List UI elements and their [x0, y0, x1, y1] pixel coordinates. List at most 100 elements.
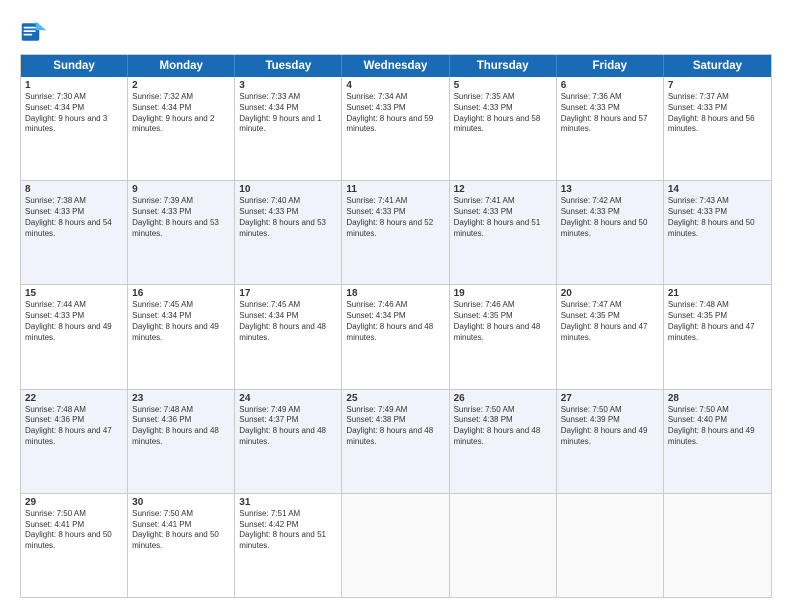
day-info: Sunrise: 7:46 AM Sunset: 4:35 PM Dayligh…	[454, 300, 552, 343]
day-number: 16	[132, 288, 230, 299]
day-number: 28	[668, 393, 767, 404]
cal-cell: 19Sunrise: 7:46 AM Sunset: 4:35 PM Dayli…	[450, 285, 557, 388]
day-number: 9	[132, 184, 230, 195]
week-row-4: 22Sunrise: 7:48 AM Sunset: 4:36 PM Dayli…	[21, 389, 771, 493]
day-info: Sunrise: 7:49 AM Sunset: 4:37 PM Dayligh…	[239, 405, 337, 448]
col-header-sunday: Sunday	[21, 55, 128, 77]
day-number: 11	[346, 184, 444, 195]
day-info: Sunrise: 7:50 AM Sunset: 4:39 PM Dayligh…	[561, 405, 659, 448]
logo-icon	[20, 18, 48, 46]
cal-cell: 20Sunrise: 7:47 AM Sunset: 4:35 PM Dayli…	[557, 285, 664, 388]
week-row-2: 8Sunrise: 7:38 AM Sunset: 4:33 PM Daylig…	[21, 180, 771, 284]
header	[20, 18, 772, 46]
day-number: 20	[561, 288, 659, 299]
col-header-wednesday: Wednesday	[342, 55, 449, 77]
calendar-body: 1Sunrise: 7:30 AM Sunset: 4:34 PM Daylig…	[21, 77, 771, 597]
day-info: Sunrise: 7:38 AM Sunset: 4:33 PM Dayligh…	[25, 196, 123, 239]
day-number: 3	[239, 80, 337, 91]
day-info: Sunrise: 7:49 AM Sunset: 4:38 PM Dayligh…	[346, 405, 444, 448]
day-number: 29	[25, 497, 123, 508]
day-info: Sunrise: 7:50 AM Sunset: 4:38 PM Dayligh…	[454, 405, 552, 448]
cal-cell: 3Sunrise: 7:33 AM Sunset: 4:34 PM Daylig…	[235, 77, 342, 180]
day-number: 19	[454, 288, 552, 299]
day-info: Sunrise: 7:48 AM Sunset: 4:36 PM Dayligh…	[132, 405, 230, 448]
day-number: 21	[668, 288, 767, 299]
cal-cell: 1Sunrise: 7:30 AM Sunset: 4:34 PM Daylig…	[21, 77, 128, 180]
day-number: 24	[239, 393, 337, 404]
cal-cell: 17Sunrise: 7:45 AM Sunset: 4:34 PM Dayli…	[235, 285, 342, 388]
cal-cell: 16Sunrise: 7:45 AM Sunset: 4:34 PM Dayli…	[128, 285, 235, 388]
cal-cell: 26Sunrise: 7:50 AM Sunset: 4:38 PM Dayli…	[450, 390, 557, 493]
week-row-1: 1Sunrise: 7:30 AM Sunset: 4:34 PM Daylig…	[21, 77, 771, 180]
day-number: 25	[346, 393, 444, 404]
day-number: 17	[239, 288, 337, 299]
cal-cell: 18Sunrise: 7:46 AM Sunset: 4:34 PM Dayli…	[342, 285, 449, 388]
day-info: Sunrise: 7:45 AM Sunset: 4:34 PM Dayligh…	[132, 300, 230, 343]
cal-cell: 5Sunrise: 7:35 AM Sunset: 4:33 PM Daylig…	[450, 77, 557, 180]
calendar: SundayMondayTuesdayWednesdayThursdayFrid…	[20, 54, 772, 598]
cal-cell: 7Sunrise: 7:37 AM Sunset: 4:33 PM Daylig…	[664, 77, 771, 180]
cal-cell: 24Sunrise: 7:49 AM Sunset: 4:37 PM Dayli…	[235, 390, 342, 493]
day-number: 30	[132, 497, 230, 508]
cal-cell: 22Sunrise: 7:48 AM Sunset: 4:36 PM Dayli…	[21, 390, 128, 493]
cal-cell: 29Sunrise: 7:50 AM Sunset: 4:41 PM Dayli…	[21, 494, 128, 597]
cal-cell: 25Sunrise: 7:49 AM Sunset: 4:38 PM Dayli…	[342, 390, 449, 493]
col-header-monday: Monday	[128, 55, 235, 77]
day-number: 12	[454, 184, 552, 195]
cal-cell	[557, 494, 664, 597]
cal-cell: 13Sunrise: 7:42 AM Sunset: 4:33 PM Dayli…	[557, 181, 664, 284]
day-info: Sunrise: 7:45 AM Sunset: 4:34 PM Dayligh…	[239, 300, 337, 343]
cal-cell: 30Sunrise: 7:50 AM Sunset: 4:41 PM Dayli…	[128, 494, 235, 597]
day-number: 7	[668, 80, 767, 91]
day-number: 8	[25, 184, 123, 195]
day-info: Sunrise: 7:51 AM Sunset: 4:42 PM Dayligh…	[239, 509, 337, 552]
cal-cell	[450, 494, 557, 597]
day-number: 6	[561, 80, 659, 91]
cal-cell: 14Sunrise: 7:43 AM Sunset: 4:33 PM Dayli…	[664, 181, 771, 284]
cal-cell	[342, 494, 449, 597]
day-info: Sunrise: 7:44 AM Sunset: 4:33 PM Dayligh…	[25, 300, 123, 343]
calendar-header: SundayMondayTuesdayWednesdayThursdayFrid…	[21, 55, 771, 77]
day-info: Sunrise: 7:41 AM Sunset: 4:33 PM Dayligh…	[346, 196, 444, 239]
day-number: 31	[239, 497, 337, 508]
week-row-5: 29 Sunrise: 7:50 AM Sunset: 4:41 PM Dayli…	[21, 493, 771, 597]
cal-cell: 31Sunrise: 7:51 AM Sunset: 4:42 PM Dayli…	[235, 494, 342, 597]
day-number: 10	[239, 184, 337, 195]
cal-cell: 10Sunrise: 7:40 AM Sunset: 4:33 PM Dayli…	[235, 181, 342, 284]
day-info: Sunrise: 7:47 AM Sunset: 4:35 PM Dayligh…	[561, 300, 659, 343]
day-number: 15	[25, 288, 123, 299]
day-info: Sunrise: 7:36 AM Sunset: 4:33 PM Dayligh…	[561, 92, 659, 135]
day-info: Sunrise: 7:41 AM Sunset: 4:33 PM Dayligh…	[454, 196, 552, 239]
page: SundayMondayTuesdayWednesdayThursdayFrid…	[0, 0, 792, 612]
day-info: Sunrise: 7:37 AM Sunset: 4:33 PM Dayligh…	[668, 92, 767, 135]
day-number: 23	[132, 393, 230, 404]
cal-cell: 6Sunrise: 7:36 AM Sunset: 4:33 PM Daylig…	[557, 77, 664, 180]
day-number: 5	[454, 80, 552, 91]
col-header-tuesday: Tuesday	[235, 55, 342, 77]
cal-cell: 28Sunrise: 7:50 AM Sunset: 4:40 PM Dayli…	[664, 390, 771, 493]
day-number: 2	[132, 80, 230, 91]
cal-cell: 2Sunrise: 7:32 AM Sunset: 4:34 PM Daylig…	[128, 77, 235, 180]
day-info: Sunrise: 7:48 AM Sunset: 4:36 PM Dayligh…	[25, 405, 123, 448]
cal-cell: 9Sunrise: 7:39 AM Sunset: 4:33 PM Daylig…	[128, 181, 235, 284]
col-header-saturday: Saturday	[664, 55, 771, 77]
day-info: Sunrise: 7:46 AM Sunset: 4:34 PM Dayligh…	[346, 300, 444, 343]
cal-cell: 8Sunrise: 7:38 AM Sunset: 4:33 PM Daylig…	[21, 181, 128, 284]
day-info: Sunrise: 7:50 AM Sunset: 4:41 PM Dayligh…	[132, 509, 230, 552]
day-info: Sunrise: 7:42 AM Sunset: 4:33 PM Dayligh…	[561, 196, 659, 239]
day-info: Sunrise: 7:32 AM Sunset: 4:34 PM Dayligh…	[132, 92, 230, 135]
col-header-thursday: Thursday	[450, 55, 557, 77]
day-info: Sunrise: 7:50 AM Sunset: 4:40 PM Dayligh…	[668, 405, 767, 448]
day-number: 27	[561, 393, 659, 404]
cal-cell: 12Sunrise: 7:41 AM Sunset: 4:33 PM Dayli…	[450, 181, 557, 284]
cal-cell: 27Sunrise: 7:50 AM Sunset: 4:39 PM Dayli…	[557, 390, 664, 493]
week-row-3: 15Sunrise: 7:44 AM Sunset: 4:33 PM Dayli…	[21, 284, 771, 388]
cal-cell: 23Sunrise: 7:48 AM Sunset: 4:36 PM Dayli…	[128, 390, 235, 493]
cal-cell: 4Sunrise: 7:34 AM Sunset: 4:33 PM Daylig…	[342, 77, 449, 180]
day-number: 22	[25, 393, 123, 404]
day-info: Sunrise: 7:48 AM Sunset: 4:35 PM Dayligh…	[668, 300, 767, 343]
day-number: 1	[25, 80, 123, 91]
cal-cell: 11Sunrise: 7:41 AM Sunset: 4:33 PM Dayli…	[342, 181, 449, 284]
day-info: Sunrise: 7:34 AM Sunset: 4:33 PM Dayligh…	[346, 92, 444, 135]
day-number: 4	[346, 80, 444, 91]
